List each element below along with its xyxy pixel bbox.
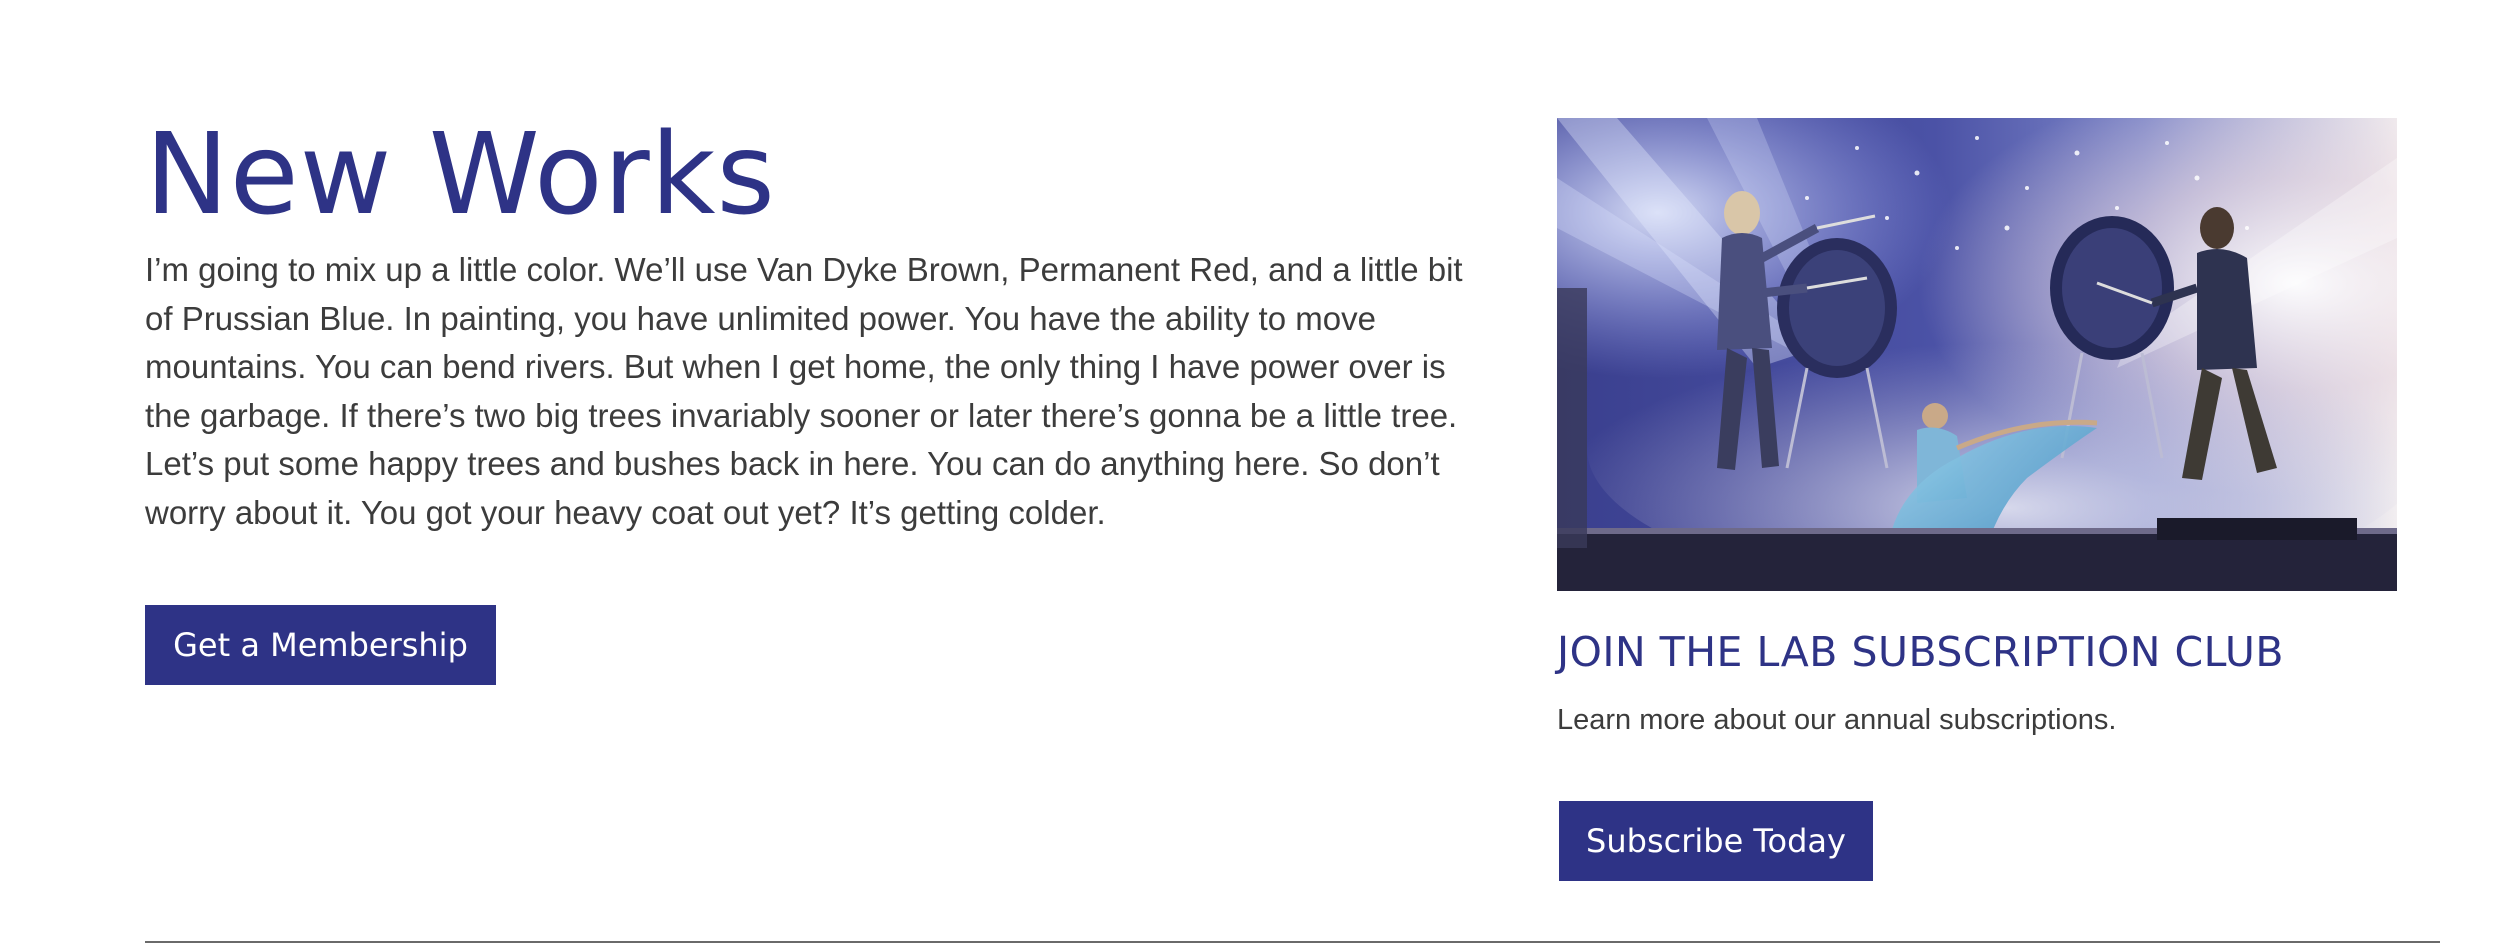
performance-image: [1557, 118, 2397, 591]
new-works-section: New Works I’m going to mix up a little c…: [145, 110, 1475, 537]
subscription-club-heading: JOIN THE LAB SUBSCRIPTION CLUB: [1557, 628, 2285, 676]
intro-paragraph: I’m going to mix up a little color. We’l…: [145, 251, 1463, 531]
page-title: New Works: [145, 110, 776, 240]
subscription-description: Learn more about our annual subscription…: [1557, 704, 2117, 736]
get-membership-button[interactable]: Get a Membership: [145, 605, 496, 685]
subscribe-today-button[interactable]: Subscribe Today: [1559, 801, 1873, 881]
section-divider: [145, 941, 2440, 943]
page: New Works I’m going to mix up a little c…: [0, 0, 2516, 952]
